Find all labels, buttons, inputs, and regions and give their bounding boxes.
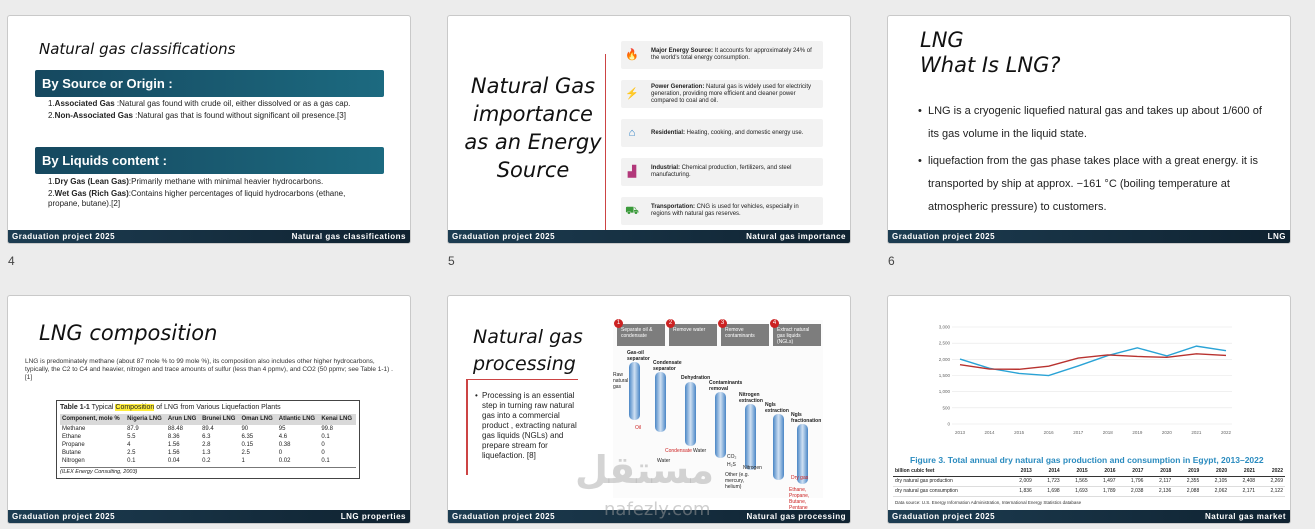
list-item: 2.Non-Associated Gas :Natural gas that i…	[48, 111, 346, 120]
processing-bullets: Processing is an essential step in turni…	[475, 391, 585, 461]
list-item: Processing is an essential step in turni…	[475, 391, 585, 461]
car-icon: ⛟	[625, 204, 639, 217]
watermark-url: nafezly.com	[604, 499, 711, 520]
slide-thumbnail-9[interactable]: 0 500 1,000 1,500 2,000 2,500 3,000 2013 2014 201…	[887, 295, 1291, 524]
x-tick-label: 2020	[1162, 430, 1173, 435]
table-caption: Table 1-1 Typical Composition of LNG fro…	[60, 404, 281, 411]
source-list: 1.Associated Gas :Natural gas found with…	[48, 99, 368, 121]
slide-footer: Graduation project 2025 LNG properties	[8, 510, 410, 523]
table-row: Nitrogen 0.1 0.04 0.2 1 0.02 0.1	[62, 458, 330, 464]
y-tick-label: 1,000	[939, 389, 951, 394]
slide-thumbnail-6[interactable]: LNG What Is LNG? LNG is a cryogenic liqu…	[887, 15, 1291, 244]
gas-line-chart: 0 500 1,000 1,500 2,000 2,500 3,000 2013 2014 201…	[939, 325, 1232, 435]
table-row: Ethane 5.5 8.36 6.3 6.35 4.6 0.1	[62, 434, 330, 440]
importance-cards: 🔥 Major Energy Source: It accounts for a…	[621, 41, 823, 236]
slide-title: Natural Gas importance as an Energy Sour…	[464, 74, 602, 182]
slide-title: LNG composition	[39, 321, 218, 345]
extraction-column	[745, 404, 756, 470]
table-row: Butane 2.5 1.56 1.3 2.5 0 0	[62, 450, 325, 456]
y-tick-label: 500	[942, 405, 950, 410]
slide-paragraph: LNG is predominately methane (about 87 m…	[25, 358, 393, 381]
separator-column	[655, 372, 666, 432]
list-item: liquefaction from the gas phase takes pl…	[918, 150, 1268, 219]
y-tick-label: 0	[947, 422, 950, 427]
table-row: dry natural gas production 2,009 1,723 1,56…	[893, 477, 1285, 487]
divider	[605, 54, 606, 232]
process-step: 4 Extract natural gas liquids (NGLs)	[770, 319, 821, 346]
y-tick-label: 2,000	[939, 357, 951, 362]
section-bar: By Liquids content :	[35, 147, 384, 174]
process-step: 2 Remove water	[666, 319, 717, 346]
slide-thumbnail-7[interactable]: LNG composition LNG is predominately met…	[7, 295, 411, 524]
data-source: Data source: U.S. Energy Information Adm…	[895, 500, 1082, 505]
card-power: ⚡ Power Generation: Natural gas is widel…	[621, 80, 823, 108]
table-row: Propane 4 1.56 2.8 0.15 0.38 0	[62, 442, 325, 448]
x-tick-label: 2022	[1221, 430, 1232, 435]
removal-column	[715, 392, 726, 458]
factory-icon: ▟	[627, 165, 637, 178]
card-transportation: ⛟ Transportation: CNG is used for vehicl…	[621, 197, 823, 225]
dehydration-column	[685, 382, 696, 446]
gas-flame-icon: 🔥	[625, 48, 639, 61]
list-item: 1.Associated Gas :Natural gas found with…	[48, 99, 351, 108]
section-bar: By Source or Origin :	[35, 70, 384, 97]
series-line	[959, 345, 1227, 377]
card-energy: 🔥 Major Energy Source: It accounts for a…	[621, 41, 823, 69]
table-row: dry natural gas consumption 1,836 1,698 1,6…	[893, 487, 1285, 497]
slide-footer: Graduation project 2025 Natural gas mark…	[888, 510, 1290, 523]
slide-title: Natural gas classifications	[39, 40, 236, 58]
x-tick-label: 2013	[955, 430, 966, 435]
figure-title: Figure 3. Total annual dry natural gas p…	[910, 455, 1264, 465]
slide-number: 4	[8, 254, 15, 268]
card-residential: ⌂ Residential: Heating, cooking, and dom…	[621, 119, 823, 147]
table-row: Methane 87.9 88.48 89.4 90 95 99.8	[62, 426, 334, 432]
x-tick-label: 2014	[985, 430, 996, 435]
process-step: 1 Separate oil & condensate	[614, 319, 665, 346]
composition-table: Table 1-1 Typical Composition of LNG fro…	[56, 400, 360, 479]
house-icon: ⌂	[628, 126, 636, 139]
extraction-column	[773, 414, 784, 480]
gas-data-table: billion cubic feet 2013 2014 2015 2016 2017 20…	[893, 467, 1285, 497]
slide-footer: Graduation project 2025 LNG	[888, 230, 1290, 243]
y-tick-label: 1,500	[939, 373, 951, 378]
x-tick-label: 2018	[1103, 430, 1114, 435]
y-tick-label: 3,000	[939, 325, 951, 330]
series-line	[959, 353, 1227, 370]
accent-line	[466, 379, 468, 475]
x-tick-label: 2016	[1044, 430, 1055, 435]
x-tick-label: 2021	[1191, 430, 1202, 435]
process-step: 3 Remove contaminants	[718, 319, 769, 346]
slide-thumbnail-5[interactable]: Natural Gas importance as an Energy Sour…	[447, 15, 851, 244]
watermark: مستقل	[575, 448, 714, 492]
list-item: LNG is a cryogenic liquefied natural gas…	[918, 100, 1268, 146]
windmill-icon: ⚡	[625, 87, 639, 100]
title-underline	[468, 379, 578, 380]
slide-number: 5	[448, 254, 455, 268]
x-tick-label: 2015	[1014, 430, 1025, 435]
lng-bullets: LNG is a cryogenic liquefied natural gas…	[918, 100, 1268, 223]
card-industrial: ▟ Industrial: Chemical production, ferti…	[621, 158, 823, 186]
table-source: (ILEX Energy Consulting, 2003)	[60, 467, 356, 475]
slide-title: LNG What Is LNG?	[920, 28, 1061, 77]
slide-footer: Graduation project 2025 Natural gas impo…	[448, 230, 850, 243]
x-tick-label: 2017	[1073, 430, 1084, 435]
slide-number: 6	[888, 254, 895, 268]
slide-thumbnail-4[interactable]: Natural gas classifications By Source or…	[7, 15, 411, 244]
list-item: 2.Wet Gas (Rich Gas):Contains higher per…	[48, 189, 346, 208]
y-tick-label: 2,500	[939, 341, 951, 346]
slide-title: Natural gas processing	[473, 326, 583, 375]
slide-footer: Graduation project 2025 Natural gas clas…	[8, 230, 410, 243]
separator-column	[629, 362, 640, 420]
liquids-list: 1.Dry Gas (Lean Gas):Primarily methane w…	[48, 177, 368, 209]
list-item: 1.Dry Gas (Lean Gas):Primarily methane w…	[48, 177, 324, 186]
x-tick-label: 2019	[1132, 430, 1143, 435]
